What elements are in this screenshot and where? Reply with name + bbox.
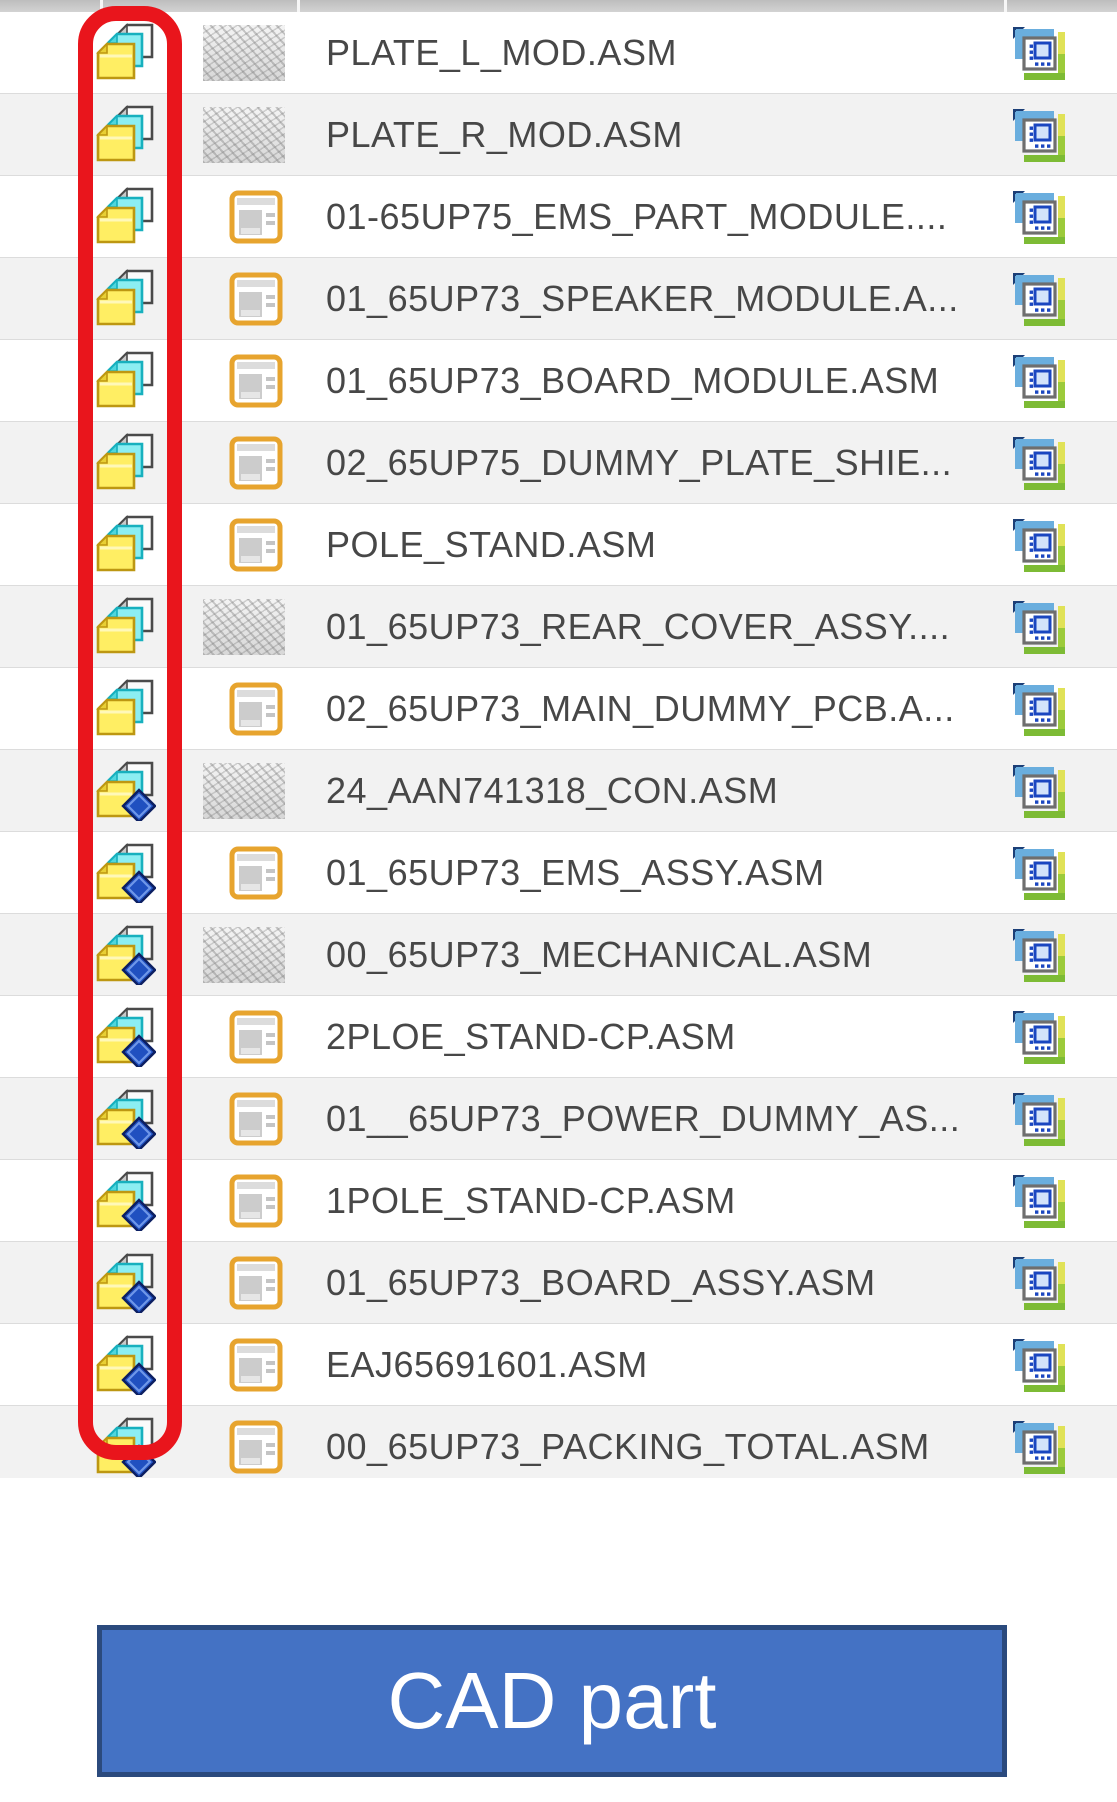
cad-assembly-stack-icon [94, 1006, 156, 1067]
cad-assembly-stack-icon [94, 350, 156, 411]
table-row[interactable]: EAJ65691601.ASM [0, 1324, 1117, 1406]
table-row[interactable]: 01_65UP73_BOARD_MODULE.ASM [0, 340, 1117, 422]
cad-assembly-stack-icon [94, 186, 156, 247]
open-information-icon[interactable] [1010, 762, 1068, 820]
table-body: PLATE_L_MOD.ASM PLATE_R_MOD.ASM 01-65UP7… [0, 12, 1117, 1478]
banner-label: CAD part [387, 1656, 717, 1745]
file-name-link[interactable]: 01_65UP73_EMS_ASSY.ASM [326, 852, 1006, 894]
file-name-link[interactable]: 1POLE_STAND-CP.ASM [326, 1180, 1006, 1222]
table-header-strip [0, 0, 1117, 12]
screenshot-root: PLATE_L_MOD.ASM PLATE_R_MOD.ASM 01-65UP7… [0, 0, 1117, 1802]
file-name-link[interactable]: 2PLOE_STAND-CP.ASM [326, 1016, 1006, 1058]
table-row[interactable]: 01__65UP73_POWER_DUMMY_AS... [0, 1078, 1117, 1160]
cad-assembly-stack-icon [94, 268, 156, 329]
form-preview-icon [229, 1174, 283, 1228]
table-row[interactable]: 01_65UP73_EMS_ASSY.ASM [0, 832, 1117, 914]
cad-assembly-stack-icon [94, 22, 156, 83]
form-preview-icon [229, 1010, 283, 1064]
file-name-link[interactable]: 01_65UP73_REAR_COVER_ASSY.... [326, 606, 1006, 648]
open-information-icon[interactable] [1010, 1336, 1068, 1394]
file-name-link[interactable]: 01_65UP73_SPEAKER_MODULE.A... [326, 278, 1006, 320]
file-name-link[interactable]: 02_65UP73_MAIN_DUMMY_PCB.A... [326, 688, 1006, 730]
open-information-icon[interactable] [1010, 352, 1068, 410]
header-column-separator [100, 0, 103, 12]
header-column-separator [1004, 0, 1007, 12]
table-row[interactable]: POLE_STAND.ASM [0, 504, 1117, 586]
open-information-icon[interactable] [1010, 516, 1068, 574]
model-preview-thumbnail [203, 106, 285, 163]
file-name-link[interactable]: 00_65UP73_MECHANICAL.ASM [326, 934, 1006, 976]
open-information-icon[interactable] [1010, 926, 1068, 984]
cad-assembly-stack-icon [94, 1416, 156, 1477]
form-preview-icon [229, 272, 283, 326]
model-preview-thumbnail [203, 598, 285, 655]
open-information-icon[interactable] [1010, 598, 1068, 656]
form-preview-icon [229, 682, 283, 736]
cad-assembly-stack-icon [94, 596, 156, 657]
file-name-link[interactable]: 02_65UP75_DUMMY_PLATE_SHIE... [326, 442, 1006, 484]
open-information-icon[interactable] [1010, 106, 1068, 164]
file-name-link[interactable]: 01-65UP75_EMS_PART_MODULE.... [326, 196, 1006, 238]
open-information-icon[interactable] [1010, 680, 1068, 738]
cad-assembly-stack-icon [94, 678, 156, 739]
table-row[interactable]: 01_65UP73_REAR_COVER_ASSY.... [0, 586, 1117, 668]
file-name-link[interactable]: POLE_STAND.ASM [326, 524, 1006, 566]
form-preview-icon [229, 1092, 283, 1146]
cad-assembly-stack-icon [94, 1252, 156, 1313]
file-name-link[interactable]: 24_AAN741318_CON.ASM [326, 770, 1006, 812]
table-row[interactable]: 01-65UP75_EMS_PART_MODULE.... [0, 176, 1117, 258]
form-preview-icon [229, 1338, 283, 1392]
open-information-icon[interactable] [1010, 1418, 1068, 1476]
cad-assembly-stack-icon [94, 760, 156, 821]
table-row[interactable]: 01_65UP73_SPEAKER_MODULE.A... [0, 258, 1117, 340]
model-preview-thumbnail [203, 926, 285, 983]
open-information-icon[interactable] [1010, 1254, 1068, 1312]
form-preview-icon [229, 354, 283, 408]
open-information-icon[interactable] [1010, 1090, 1068, 1148]
cad-assembly-stack-icon [94, 1088, 156, 1149]
open-information-icon[interactable] [1010, 1172, 1068, 1230]
cad-assembly-stack-icon [94, 1334, 156, 1395]
form-preview-icon [229, 436, 283, 490]
file-name-link[interactable]: PLATE_R_MOD.ASM [326, 114, 1006, 156]
open-information-icon[interactable] [1010, 1008, 1068, 1066]
table-row[interactable]: 24_AAN741318_CON.ASM [0, 750, 1117, 832]
cad-assembly-stack-icon [94, 842, 156, 903]
form-preview-icon [229, 190, 283, 244]
table-row[interactable]: 02_65UP73_MAIN_DUMMY_PCB.A... [0, 668, 1117, 750]
table-row[interactable]: 1POLE_STAND-CP.ASM [0, 1160, 1117, 1242]
file-name-link[interactable]: 01_65UP73_BOARD_ASSY.ASM [326, 1262, 1006, 1304]
table-row[interactable]: 02_65UP75_DUMMY_PLATE_SHIE... [0, 422, 1117, 504]
table-row[interactable]: PLATE_L_MOD.ASM [0, 12, 1117, 94]
cad-assembly-stack-icon [94, 1170, 156, 1231]
header-column-separator [297, 0, 300, 12]
cad-assembly-stack-icon [94, 924, 156, 985]
file-name-link[interactable]: PLATE_L_MOD.ASM [326, 32, 1006, 74]
open-information-icon[interactable] [1010, 24, 1068, 82]
open-information-icon[interactable] [1010, 270, 1068, 328]
open-information-icon[interactable] [1010, 434, 1068, 492]
cad-part-banner: CAD part [97, 1625, 1007, 1777]
table-row[interactable]: PLATE_R_MOD.ASM [0, 94, 1117, 176]
file-name-link[interactable]: 00_65UP73_PACKING_TOTAL.ASM [326, 1426, 1006, 1468]
table-row[interactable]: 00_65UP73_MECHANICAL.ASM [0, 914, 1117, 996]
cad-assembly-stack-icon [94, 514, 156, 575]
table-row[interactable]: 01_65UP73_BOARD_ASSY.ASM [0, 1242, 1117, 1324]
file-name-link[interactable]: 01_65UP73_BOARD_MODULE.ASM [326, 360, 1006, 402]
cad-file-table: PLATE_L_MOD.ASM PLATE_R_MOD.ASM 01-65UP7… [0, 0, 1117, 1478]
form-preview-icon [229, 1256, 283, 1310]
model-preview-thumbnail [203, 762, 285, 819]
cad-assembly-stack-icon [94, 104, 156, 165]
form-preview-icon [229, 1420, 283, 1474]
open-information-icon[interactable] [1010, 188, 1068, 246]
table-row[interactable]: 00_65UP73_PACKING_TOTAL.ASM [0, 1406, 1117, 1478]
cad-assembly-stack-icon [94, 432, 156, 493]
table-row[interactable]: 2PLOE_STAND-CP.ASM [0, 996, 1117, 1078]
file-name-link[interactable]: 01__65UP73_POWER_DUMMY_AS... [326, 1098, 1006, 1140]
open-information-icon[interactable] [1010, 844, 1068, 902]
form-preview-icon [229, 518, 283, 572]
model-preview-thumbnail [203, 24, 285, 81]
file-name-link[interactable]: EAJ65691601.ASM [326, 1344, 1006, 1386]
form-preview-icon [229, 846, 283, 900]
